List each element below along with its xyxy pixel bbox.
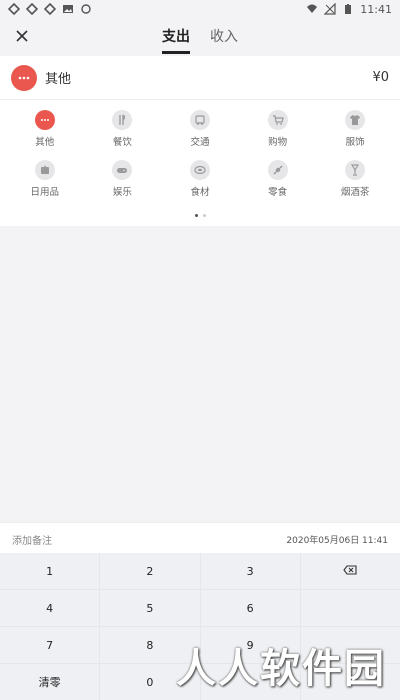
note-row: 添加备注 2020年05月06日 11:41 [0, 522, 400, 556]
empty-area [0, 226, 400, 522]
status-icons-right: 11:41 [306, 3, 392, 16]
sync-icon [80, 3, 92, 15]
category-item[interactable]: 零食 [239, 160, 317, 204]
selected-category-row: 其他 ¥0 [0, 56, 400, 100]
type-tabs: 支出 收入 [162, 18, 238, 56]
status-time: 11:41 [360, 2, 392, 16]
page-dot [202, 213, 206, 217]
category-item[interactable]: 服饰 [316, 110, 394, 154]
key-4[interactable]: 4 [0, 590, 100, 626]
no-signal-icon [323, 2, 336, 15]
category-label: 烟酒茶 [340, 187, 370, 198]
category-item[interactable]: 日用品 [6, 160, 84, 204]
category-label: 交通 [190, 137, 210, 148]
dining-icon [112, 110, 133, 130]
top-bar: 支出 收入 [0, 18, 400, 56]
battery-icon [342, 3, 354, 15]
key-6[interactable]: 6 [200, 590, 300, 626]
status-icons-left [7, 2, 92, 16]
note-input[interactable]: 添加备注 [12, 532, 52, 547]
category-item[interactable]: 烟酒茶 [316, 160, 394, 204]
cart-icon [267, 110, 288, 130]
category-item[interactable]: 娱乐 [84, 160, 162, 204]
category-label: 食材 [190, 187, 210, 198]
notification-icon [43, 2, 57, 16]
close-icon [15, 28, 29, 47]
tab-expense[interactable]: 支出 [162, 18, 190, 56]
key-1[interactable]: 1 [0, 553, 100, 589]
amount-display: ¥0 [372, 70, 389, 85]
image-icon [62, 3, 74, 15]
more-icon [11, 64, 37, 91]
category-grid: 其他 餐饮 交通 购物 服饰 日用品 娱乐 食材 零食 烟酒茶 [0, 100, 400, 204]
gamepad-icon [112, 160, 133, 180]
notification-icon [25, 2, 39, 16]
category-item[interactable]: 购物 [239, 110, 317, 154]
key-5[interactable]: 5 [100, 590, 200, 626]
category-label: 餐饮 [112, 137, 132, 148]
selected-category-name: 其他 [45, 72, 72, 87]
notification-icon [7, 2, 21, 16]
date-picker[interactable]: 2020年05月06日 11:41 [286, 533, 388, 546]
bus-icon [189, 110, 210, 130]
category-label: 日用品 [30, 187, 60, 198]
category-label: 购物 [268, 137, 288, 148]
key-empty[interactable] [300, 590, 400, 626]
candy-icon [267, 160, 288, 180]
tab-income[interactable]: 收入 [210, 18, 238, 56]
drink-icon [345, 160, 366, 180]
clear-button[interactable]: 清零 [0, 664, 100, 700]
key-2[interactable]: 2 [100, 553, 200, 589]
key-3[interactable]: 3 [200, 553, 300, 589]
category-item[interactable]: 其他 [6, 110, 84, 154]
entry-card: 其他 ¥0 其他 餐饮 交通 购物 服饰 日用品 娱乐 食材 零食 烟酒茶 [0, 56, 400, 226]
food-icon [189, 160, 210, 180]
category-label: 零食 [268, 187, 288, 198]
shirt-icon [345, 110, 366, 130]
category-item[interactable]: 交通 [161, 110, 239, 154]
more-icon [34, 110, 55, 130]
status-bar: 11:41 [0, 0, 400, 18]
page-indicator [0, 204, 400, 226]
category-item[interactable]: 食材 [161, 160, 239, 204]
watermark: 人人软件园 [176, 646, 386, 692]
page-dot-active [194, 213, 198, 217]
backspace-icon [343, 564, 357, 578]
category-label: 娱乐 [112, 187, 132, 198]
category-label: 其他 [35, 137, 55, 148]
category-item[interactable]: 餐饮 [84, 110, 162, 154]
wifi-icon [306, 3, 318, 15]
close-button[interactable] [12, 27, 32, 47]
key-7[interactable]: 7 [0, 627, 100, 663]
category-label: 服饰 [345, 137, 365, 148]
backspace-button[interactable] [300, 553, 400, 589]
tissue-icon [34, 160, 55, 180]
